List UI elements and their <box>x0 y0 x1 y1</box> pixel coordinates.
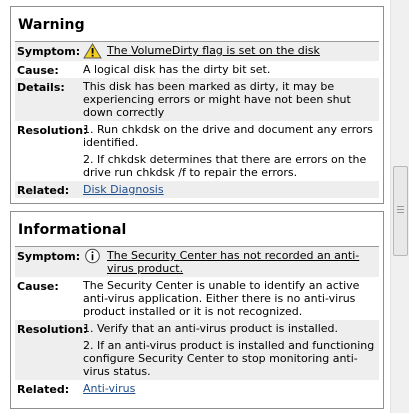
symptom-text[interactable]: The Security Center has not recorded an … <box>107 249 375 275</box>
cause-text: A logical disk has the dirty bit set. <box>83 63 271 76</box>
symptom-label: Symptom: <box>17 45 81 58</box>
resolution-label: Resolution: <box>17 323 88 336</box>
scrollbar-thumb[interactable] <box>393 166 408 256</box>
resolution-step: 2. If chkdsk determines that there are e… <box>83 153 367 179</box>
resolution-step: 2. If an anti-virus product is installed… <box>83 339 375 378</box>
information-icon <box>83 248 103 264</box>
symptom-row: Symptom: The Security Center has not rec… <box>15 247 379 277</box>
informational-table: Symptom: The Security Center has not rec… <box>15 246 379 397</box>
section-title-warning: Warning <box>18 17 85 33</box>
vertical-scrollbar[interactable] <box>390 0 409 413</box>
cause-row: Cause: The Security Center is unable to … <box>15 277 379 320</box>
related-link-anti-virus[interactable]: Anti-virus <box>83 382 135 395</box>
related-row: Related: Anti-virus <box>15 380 379 397</box>
warning-table: Symptom: The VolumeDirty flag is set on … <box>15 41 379 198</box>
details-label: Details: <box>17 81 65 94</box>
resolution-row: Resolution: 1. Verify that an anti-virus… <box>15 320 379 380</box>
details-text: This disk has been marked as dirty, it m… <box>83 80 351 119</box>
resolution-row: Resolution: 1. Run chkdsk on the drive a… <box>15 121 379 181</box>
resolution-label: Resolution: <box>17 124 88 137</box>
related-label: Related: <box>17 383 70 396</box>
resolution-step: 1. Verify that an anti-virus product is … <box>83 322 339 335</box>
report-viewport: Warning Symptom: The VolumeDirty flag is… <box>0 0 389 413</box>
section-title-informational: Informational <box>18 222 127 238</box>
resolution-step: 1. Run chkdsk on the drive and document … <box>83 123 373 149</box>
related-link-disk-diagnosis[interactable]: Disk Diagnosis <box>83 183 164 196</box>
details-row: Details: This disk has been marked as di… <box>15 78 379 121</box>
symptom-text[interactable]: The VolumeDirty flag is set on the disk <box>107 44 375 57</box>
related-label: Related: <box>17 184 70 197</box>
cause-label: Cause: <box>17 64 59 77</box>
cause-row: Cause: A logical disk has the dirty bit … <box>15 61 379 78</box>
informational-section: Informational Symptom: The Security Cent… <box>10 211 384 409</box>
symptom-label: Symptom: <box>17 250 81 263</box>
symptom-row: Symptom: The VolumeDirty flag is set on … <box>15 42 379 61</box>
cause-label: Cause: <box>17 280 59 293</box>
cause-text: The Security Center is unable to identif… <box>83 279 360 318</box>
warning-section: Warning Symptom: The VolumeDirty flag is… <box>10 6 384 204</box>
warning-triangle-icon <box>83 43 103 59</box>
related-row: Related: Disk Diagnosis <box>15 181 379 198</box>
